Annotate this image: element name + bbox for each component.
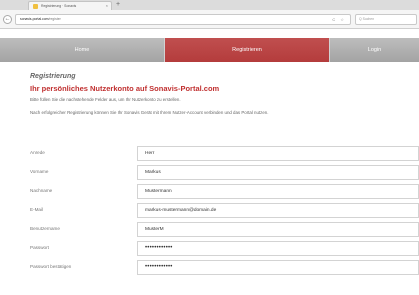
form-row-email: E-Mail markus-mustermann@domain.de: [30, 203, 419, 222]
passwort-bestaetigen-input[interactable]: ••••••••••••: [137, 260, 419, 275]
form-row-benutzername: Benutzername MusterM: [30, 222, 419, 241]
form-row-passwort: Passwort ••••••••••••: [30, 241, 419, 260]
form-row-passwort-bestaetigen: Passwort bestätigen ••••••••••••: [30, 260, 419, 279]
nav-item-registrieren[interactable]: Registrieren: [165, 38, 330, 62]
browser-tab-bar: Registrierung · Sonavis × +: [0, 0, 419, 10]
benutzername-input[interactable]: MusterM: [137, 222, 419, 237]
email-input[interactable]: markus-mustermann@domain.de: [137, 203, 419, 218]
browser-tab-title: Registrierung · Sonavis: [41, 4, 77, 8]
passwort-bestaetigen-label: Passwort bestätigen: [30, 264, 72, 269]
main-content: Registrierung Ihr persönliches Nutzerkon…: [30, 73, 419, 115]
registration-form: Anrede Herr Vorname Markus Nachname Must…: [30, 146, 419, 279]
benutzername-label: Benutzername: [30, 226, 60, 231]
page-subtitle: Ihr persönliches Nutzerkonto auf Sonavis…: [30, 84, 220, 93]
close-tab-icon[interactable]: ×: [106, 2, 108, 10]
url-path: /register: [48, 17, 61, 21]
passwort-input[interactable]: ••••••••••••: [137, 241, 419, 256]
intro-text-2: Nach erfolgreicher Registrierung können …: [30, 110, 269, 115]
anrede-label: Anrede: [30, 150, 45, 155]
address-bar[interactable]: sonavis-portal.com/register C ☆: [15, 14, 351, 25]
address-actions[interactable]: C ☆: [332, 15, 346, 24]
browser-search-input[interactable]: Q Suchen: [355, 14, 417, 25]
page-title: Registrierung: [30, 73, 76, 80]
back-arrow-icon[interactable]: ←: [3, 15, 12, 24]
vorname-label: Vorname: [30, 169, 49, 174]
form-row-vorname: Vorname Markus: [30, 165, 419, 184]
browser-toolbar: ← sonavis-portal.com/register C ☆ Q Such…: [0, 10, 419, 29]
nav-item-login[interactable]: Login: [330, 38, 419, 62]
browser-tab[interactable]: Registrierung · Sonavis ×: [28, 1, 112, 10]
passwort-label: Passwort: [30, 245, 49, 250]
nav-item-home[interactable]: Home: [0, 38, 165, 62]
intro-text: Bitte füllen Sie die nachstehende Felder…: [30, 97, 181, 102]
url-host: sonavis-portal.com: [20, 17, 49, 21]
form-row-anrede: Anrede Herr: [30, 146, 419, 165]
anrede-select[interactable]: Herr: [137, 146, 419, 161]
nachname-label: Nachname: [30, 188, 53, 193]
site-navigation: Home Registrieren Login: [0, 38, 419, 62]
new-tab-button[interactable]: +: [116, 1, 120, 9]
nachname-input[interactable]: Mustermann: [137, 184, 419, 199]
email-label: E-Mail: [30, 207, 44, 212]
favicon-icon: [33, 4, 38, 9]
vorname-input[interactable]: Markus: [137, 165, 419, 180]
form-row-nachname: Nachname Mustermann: [30, 184, 419, 203]
